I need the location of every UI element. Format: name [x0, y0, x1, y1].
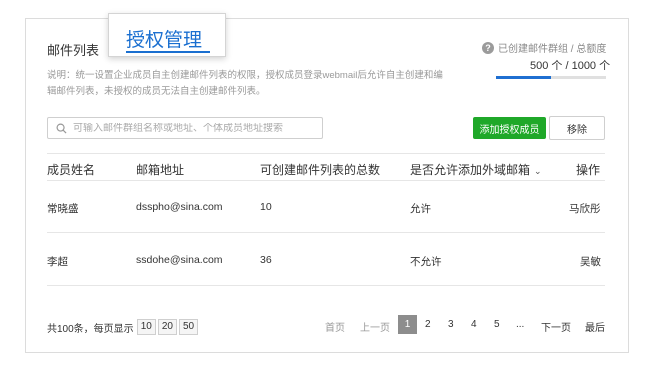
column-header-member-name: 成员姓名: [47, 163, 96, 177]
page-number-1[interactable]: 1: [398, 315, 417, 334]
page-size-option-50[interactable]: 50: [178, 319, 199, 335]
table-header-divider: [47, 180, 605, 181]
chevron-down-icon[interactable]: ⌄: [534, 166, 542, 177]
cell-action[interactable]: 吴敏: [580, 254, 601, 269]
cell-email: dsspho@sina.com: [136, 201, 223, 213]
cell-list-count: 36: [260, 254, 272, 266]
first-page-link[interactable]: 首页: [325, 319, 345, 334]
search-input[interactable]: [73, 122, 313, 134]
tab-authorization-label: 授权管理: [126, 30, 203, 51]
cell-action[interactable]: 马欣彤: [569, 201, 601, 216]
table-bottom-divider: [47, 285, 605, 286]
quota-progress-bar: [496, 76, 606, 79]
page-number-4[interactable]: 4: [471, 319, 477, 330]
remove-button[interactable]: 移除: [549, 116, 605, 140]
cell-external-domain: 允许: [410, 203, 431, 215]
add-authorized-member-button[interactable]: 添加授权成员: [473, 117, 546, 139]
table-top-divider: [47, 153, 605, 154]
column-header-external-domain[interactable]: 是否允许添加外域邮箱 ⌄: [410, 161, 542, 178]
quota-label: ? 已创建邮件群组 / 总额度: [482, 40, 606, 55]
cell-external-domain: 不允许: [410, 256, 442, 268]
column-header-external-domain-label: 是否允许添加外域邮箱: [410, 163, 531, 177]
page-number-3[interactable]: 3: [448, 319, 454, 330]
tab-authorization-management[interactable]: 授权管理: [108, 13, 226, 57]
search-icon: [56, 123, 67, 134]
pagination-summary: 共100条，每页显示 10 20 50: [47, 319, 199, 335]
prev-page-link[interactable]: 上一页: [360, 319, 390, 334]
column-header-actions: 操作: [576, 163, 601, 177]
column-header-email: 邮箱地址: [136, 163, 185, 177]
cell-member-name: 常晓盛: [47, 203, 79, 215]
column-header-list-count: 可创建邮件列表的总数: [260, 163, 381, 177]
quota-progress-fill: [496, 76, 551, 79]
last-page-link[interactable]: 最后: [585, 319, 605, 334]
table-row-divider: [47, 232, 605, 233]
next-page-link[interactable]: 下一页: [541, 319, 571, 334]
cell-list-count: 10: [260, 201, 272, 213]
page-size-option-20[interactable]: 20: [157, 319, 177, 335]
section-title-mail-list[interactable]: 邮件列表: [47, 40, 99, 59]
quota-label-text: 已创建邮件群组 / 总额度: [498, 44, 607, 55]
tab-active-underline: [126, 51, 210, 53]
cell-member-name: 李超: [47, 256, 68, 268]
search-box[interactable]: [47, 117, 323, 139]
help-icon[interactable]: ?: [482, 41, 494, 54]
pagination-ellipsis: ...: [516, 319, 525, 330]
page-size-option-10[interactable]: 10: [136, 319, 156, 335]
quota-value: 500 个 / 1000 个: [530, 60, 611, 72]
page-number-2[interactable]: 2: [425, 319, 431, 330]
page-number-5[interactable]: 5: [494, 319, 500, 330]
cell-email: ssdohe@sina.com: [136, 254, 223, 266]
description-text: 说明：统一设置企业成员自主创建邮件列表的权限，授权成员登录webmail后允许自…: [47, 70, 443, 97]
total-count-text: 共100条，每页显示: [47, 323, 134, 335]
